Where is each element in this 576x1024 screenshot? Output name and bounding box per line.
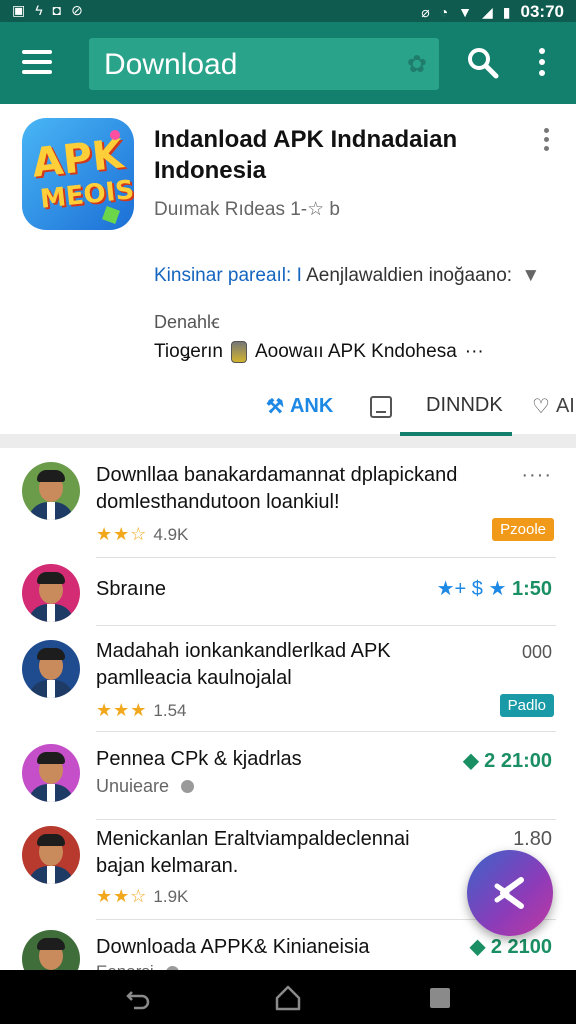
avatar bbox=[22, 462, 80, 520]
developer-prefix: Tioǥerın bbox=[154, 341, 223, 362]
home-icon[interactable] bbox=[274, 984, 302, 1012]
vibrate-icon: ⌀ bbox=[421, 3, 430, 20]
list-item-rating: ★★☆ 4.9K bbox=[96, 524, 188, 545]
developer-label: Denahlꞓ bbox=[154, 312, 220, 332]
list-item-meta: 1.80 bbox=[513, 828, 552, 850]
list-item-rating: ★★☆ 1.9K bbox=[96, 886, 188, 907]
list-item-subtitle: Unuieare bbox=[96, 776, 195, 797]
status-bar: ▣ ϟ ◘ ⊘ ⌀ ◔ ▼ ◢ ▮ 03:70 bbox=[0, 0, 576, 22]
sim-icon: ▣ bbox=[12, 2, 26, 18]
tab-fav-label: AI bbox=[555, 395, 575, 417]
bolt-icon: ϟ bbox=[35, 2, 43, 18]
search-icon[interactable] bbox=[466, 46, 500, 80]
star-rating-icon: ★★☆ bbox=[96, 524, 148, 544]
list-item[interactable]: Downllaa banakardamannat dplapickand dom… bbox=[0, 448, 576, 558]
lock-icon: ◘ bbox=[52, 2, 62, 18]
tab-document[interactable] bbox=[368, 394, 394, 420]
menu-icon[interactable] bbox=[22, 50, 62, 80]
app-overflow-icon[interactable] bbox=[540, 128, 552, 156]
more-vert-icon[interactable] bbox=[532, 48, 552, 82]
heart-icon: ♡ bbox=[532, 396, 550, 418]
wifi-icon: ▼ bbox=[458, 4, 473, 20]
list-item-title: Downloada APPK& Kinianeisia bbox=[96, 936, 370, 958]
search-input[interactable]: Download ✿ bbox=[89, 38, 439, 90]
app-header-card: APK MEOIS Indanload APK Indnadaian Indon… bbox=[0, 104, 576, 436]
avatar bbox=[22, 826, 80, 884]
star-rating-icon: ★★★ bbox=[96, 700, 148, 720]
list-item-title: Sbraıne bbox=[96, 578, 167, 600]
status-time: 03:70 bbox=[520, 2, 564, 21]
tab-favorites[interactable]: ♡ AI bbox=[532, 394, 575, 419]
search-query: Download bbox=[104, 48, 238, 81]
tab-bar: ⚒ ANK DINNDK ♡ AI bbox=[0, 380, 576, 436]
dropdown-caret-icon[interactable]: ▼ bbox=[521, 265, 540, 286]
tab-indicator bbox=[400, 432, 512, 436]
tools-icon: ⚒ bbox=[266, 396, 284, 418]
link-label: Kinsinar pareaıl: I bbox=[154, 265, 302, 286]
list-item-title: Pennea CPk & kjadrlas bbox=[96, 748, 302, 770]
list-item[interactable]: Sbraıne ★+ $ ★ 1:50 bbox=[0, 558, 576, 626]
overflow-icon[interactable]: ···· bbox=[521, 464, 552, 487]
list-item-subtitle: Eenarsi bbox=[96, 962, 179, 970]
list-item-meta: 000 bbox=[521, 642, 552, 662]
developer-line[interactable]: Tioǥerın Aoowaıı APK Kndohesa ··· bbox=[154, 341, 484, 363]
list-item-title: Menickanlan Eraltviampaldeclennai bajan … bbox=[96, 828, 410, 877]
developer-name: Aoowaıı APK Kndohesa bbox=[255, 341, 457, 362]
list-item-title: Madahah ionkankandlerlkad APK pamlleacia… bbox=[96, 640, 391, 689]
price: 1:50 bbox=[511, 578, 552, 600]
battery-icon: ▮ bbox=[502, 3, 511, 20]
star-add-icon: ★+ $ ★ bbox=[436, 578, 507, 600]
rating-count: 4.9K bbox=[153, 524, 189, 544]
avatar bbox=[22, 930, 80, 970]
status-badge: Padlo bbox=[499, 694, 554, 717]
app-title: Indanload APK Indnadaian Indonesia bbox=[154, 126, 458, 184]
can-icon bbox=[231, 341, 247, 363]
avatar bbox=[22, 744, 80, 802]
app-logo: APK MEOIS bbox=[22, 118, 134, 230]
app-toolbar: Download ✿ bbox=[0, 22, 576, 104]
location-icon bbox=[181, 780, 195, 793]
collapse-fab-button[interactable] bbox=[467, 850, 553, 936]
ellipsis: ··· bbox=[464, 341, 484, 362]
status-badge: Pzoole bbox=[492, 518, 554, 541]
list-item[interactable]: Pennea CPk & kjadrlas Unuieare ◆ 2 21:00 bbox=[0, 732, 576, 820]
app-category-link[interactable]: Kinsinar pareaıl: I Aenjlawaldien inoğaa… bbox=[154, 265, 540, 287]
avatar bbox=[22, 640, 80, 698]
status-left-icons: ▣ ϟ ◘ ⊘ bbox=[12, 2, 83, 19]
document-icon bbox=[370, 396, 392, 418]
recents-icon[interactable] bbox=[430, 988, 450, 1008]
signal-icon: ◢ bbox=[482, 3, 493, 20]
avatar bbox=[22, 564, 80, 622]
tab-apk-label: ANK bbox=[289, 395, 334, 417]
tab-dinndk[interactable]: DINNDK bbox=[426, 394, 503, 417]
system-nav-bar bbox=[0, 970, 576, 1024]
voice-search-icon[interactable]: ✿ bbox=[407, 50, 427, 79]
clock-icon: ◔ bbox=[439, 4, 449, 20]
list-item-rating: ★★★ 1.54 bbox=[96, 700, 187, 721]
rating-count: 1.54 bbox=[153, 700, 187, 720]
list-item-title: Downllaa banakardamannat dplapickand dom… bbox=[96, 464, 458, 513]
list-item-meta: ★+ $ ★ 1:50 bbox=[437, 576, 552, 601]
tab-apk[interactable]: ⚒ ANK bbox=[266, 394, 333, 419]
app-subtitle: Duımak Rıdeas 1-☆ b bbox=[154, 199, 340, 220]
status-right-icons: ⌀ ◔ ▼ ◢ ▮ 03:70 bbox=[421, 2, 564, 22]
star-rating-icon: ★★☆ bbox=[96, 886, 148, 906]
link-text: Aenjlawaldien inoğaano: bbox=[306, 265, 513, 286]
price: ◆ 2 21:00 bbox=[463, 750, 552, 772]
list-item[interactable]: Madahah ionkankandlerlkad APK pamlleacia… bbox=[0, 626, 576, 732]
rating-count: 1.9K bbox=[153, 886, 189, 906]
collapse-arrows-icon bbox=[494, 877, 524, 909]
back-icon[interactable] bbox=[126, 986, 152, 1010]
price: ◆ 2 2100 bbox=[469, 936, 552, 958]
tab-dinndk-label: DINNDK bbox=[426, 394, 503, 416]
check-circle-icon: ⊘ bbox=[71, 2, 83, 18]
